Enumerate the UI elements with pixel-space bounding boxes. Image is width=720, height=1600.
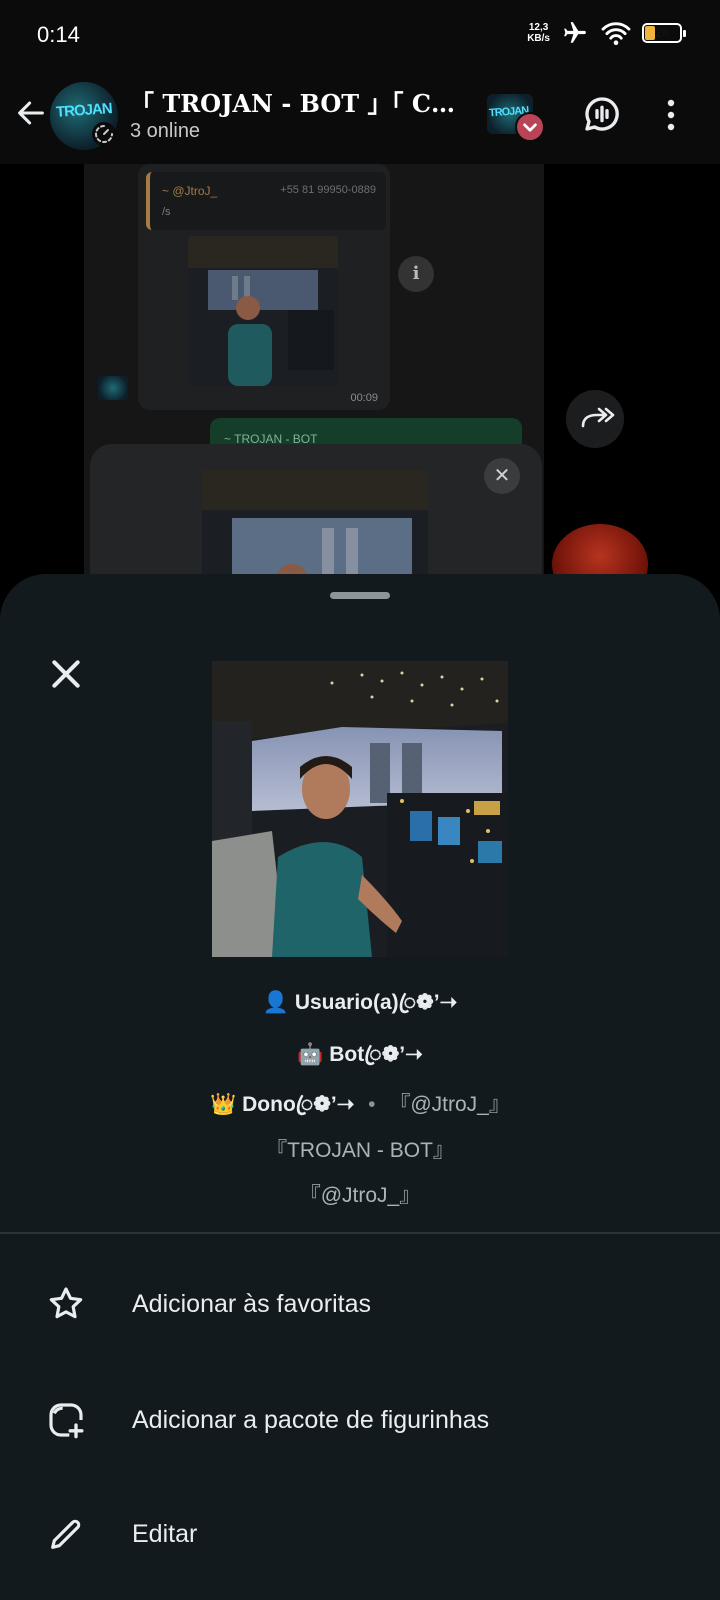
status-bar: 0:14 12,3 KB/s 28 — [0, 0, 720, 72]
voice-chat-icon[interactable] — [582, 94, 622, 134]
drag-handle[interactable] — [330, 592, 390, 599]
quoted-message[interactable]: ~ @JtroJ_ +55 81 99950-0889 /s — [146, 172, 386, 230]
sticker-image — [212, 661, 508, 957]
pencil-icon — [51, 1519, 81, 1549]
sticker-bottom-sheet: 👤 Usuario(a)ꦿ❁’➝ 🤖 Botꦿ❁’➝ 👑 Donoꦿ❁’➝ • … — [0, 574, 720, 1600]
more-vert-icon[interactable] — [666, 98, 676, 132]
chat-header: TROJAN 「 TROJAN - BOT 」「 CHA... 3 online… — [0, 72, 720, 164]
network-speed: 12,3 KB/s — [527, 22, 550, 44]
sticker-info-bot: 🤖 Botꦿ❁’➝ — [297, 1043, 423, 1066]
wifi-icon — [601, 22, 631, 46]
edit-button[interactable]: Editar — [0, 1478, 720, 1588]
status-time: 0:14 — [37, 22, 80, 47]
sticker-info-user: 👤 Usuario(a)ꦿ❁’➝ — [262, 991, 458, 1014]
close-icon[interactable] — [46, 654, 86, 694]
sender-avatar[interactable] — [98, 376, 128, 400]
sticker-preview-card: ✕ — [90, 444, 542, 584]
sticker-pack-name: 『TROJAN - BOT』 — [266, 1139, 454, 1162]
divider — [0, 1232, 720, 1234]
sticker-thumbnail[interactable] — [188, 236, 338, 386]
star-icon — [49, 1287, 83, 1319]
close-preview-icon[interactable]: ✕ — [484, 458, 520, 494]
forward-all-icon[interactable] — [566, 390, 624, 448]
chat-messages: ~ @JtroJ_ +55 81 99950-0889 /s 00:09 i ~… — [0, 164, 720, 584]
airplane-icon — [564, 22, 586, 43]
status-icons: 12,3 KB/s 28 — [527, 20, 686, 46]
sticker-preview — [202, 470, 428, 584]
battery-icon: 28 — [642, 23, 686, 43]
back-arrow-icon[interactable] — [14, 96, 48, 130]
info-icon[interactable]: i — [398, 256, 434, 292]
incoming-message[interactable]: ~ @JtroJ_ +55 81 99950-0889 /s 00:09 — [138, 164, 390, 410]
sticker-pack-author: 『@JtroJ_』 — [299, 1184, 421, 1207]
sticker-info-owner: 👑 Donoꦿ❁’➝ • 『@JtroJ_』 — [210, 1093, 510, 1116]
add-to-sticker-pack-button[interactable]: Adicionar a pacote de figurinhas — [0, 1364, 720, 1474]
add-to-favorites-button[interactable]: Adicionar às favoritas — [0, 1248, 720, 1358]
timer-icon — [92, 122, 116, 146]
sticker-add-icon — [49, 1403, 84, 1439]
chat-title[interactable]: 「 TROJAN - BOT 」「 CHA... — [130, 84, 475, 119]
chat-subtitle[interactable]: 3 online — [130, 120, 200, 143]
chevron-down-badge-icon — [515, 112, 545, 142]
